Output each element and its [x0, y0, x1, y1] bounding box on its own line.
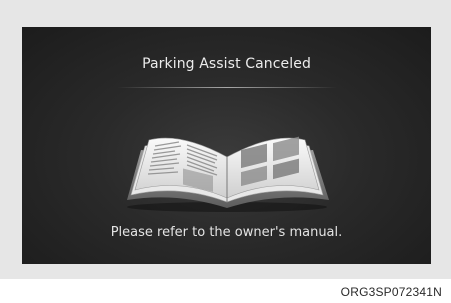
- image-frame: Parking Assist Canceled Please refer to …: [0, 0, 451, 279]
- figure-code: ORG3SP072341N: [340, 285, 442, 299]
- screen-title: Parking Assist Canceled: [142, 56, 311, 72]
- display-screen: Parking Assist Canceled Please refer to …: [22, 27, 431, 264]
- title-divider: [117, 87, 337, 88]
- manual-reference-message: Please refer to the owner's manual.: [110, 225, 343, 240]
- owner-manual-book-icon: [127, 136, 329, 212]
